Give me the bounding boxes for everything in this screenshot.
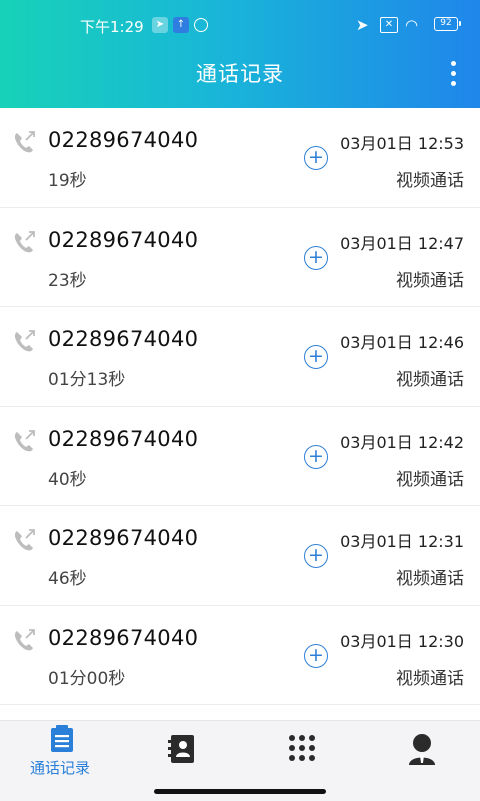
add-contact-button[interactable]: + (304, 643, 328, 668)
video-call-icon (14, 628, 35, 650)
add-contact-button[interactable]: + (304, 345, 328, 369)
video-call-icon (14, 529, 35, 551)
call-log-icon (51, 725, 73, 752)
call-type: 视频通话 (396, 668, 464, 689)
wifi-icon: ◠ (405, 16, 419, 34)
phone-number: 02289674040 (48, 327, 199, 351)
add-contact-button[interactable]: + (304, 544, 328, 568)
call-log-list: 02289674040 19秒 + 03月01日 12:53 视频通话 0228… (0, 108, 480, 720)
tab-profile[interactable] (360, 721, 480, 801)
call-duration: 19秒 (48, 171, 87, 191)
tab-call-log-label: 通话记录 (29, 759, 90, 777)
status-time: 下午1:29 (80, 18, 144, 36)
call-duration: 01分00秒 (48, 668, 126, 689)
call-duration: 46秒 (48, 569, 87, 589)
call-duration: 40秒 (48, 469, 87, 490)
call-row[interactable]: 02289674040 23秒 + 03月01日 12:47 视频通话 (0, 208, 480, 307)
sync-notification-icon (194, 18, 208, 32)
call-duration: 23秒 (48, 270, 87, 291)
phone-number: 02289674040 (48, 625, 199, 650)
profile-icon (409, 734, 435, 765)
home-indicator[interactable] (154, 789, 326, 794)
call-time: 03月01日 12:42 (340, 432, 464, 452)
call-row[interactable]: 02289674040 46秒 + 03月01日 12:31 视频通话 (0, 506, 480, 606)
navigation-notification-icon: ➤ (152, 17, 168, 33)
call-type: 视频通话 (396, 171, 464, 191)
call-type: 视频通话 (396, 469, 464, 490)
call-time: 03月01日 12:53 (340, 134, 464, 153)
call-type: 视频通话 (396, 270, 464, 291)
phone-number: 02289674040 (48, 426, 199, 451)
video-call-icon (14, 230, 35, 252)
video-call-icon (14, 131, 35, 153)
call-type: 视频通话 (396, 370, 464, 390)
call-row[interactable]: 02289674040 19秒 + 03月01日 12:53 视频通话 (0, 108, 480, 208)
video-call-icon (14, 330, 35, 352)
upload-notification-icon: ↑ (173, 17, 189, 33)
page-title: 通话记录 (196, 62, 284, 86)
phone-number: 02289674040 (48, 227, 199, 252)
call-duration: 01分13秒 (48, 370, 126, 390)
location-icon: ➤ (356, 16, 369, 34)
call-time: 03月01日 12:47 (340, 233, 464, 253)
add-contact-button[interactable]: + (304, 444, 328, 469)
add-contact-button[interactable]: + (304, 245, 328, 270)
phone-number: 02289674040 (48, 128, 199, 152)
phone-number: 02289674040 (48, 526, 199, 550)
dialpad-icon (289, 735, 315, 761)
call-time: 03月01日 12:30 (340, 631, 464, 651)
tab-call-log[interactable]: 通话记录 (0, 721, 120, 801)
call-time: 03月01日 12:31 (340, 532, 464, 551)
video-call-icon (14, 429, 35, 451)
app-header: 下午1:29 ➤ ↑ ➤ ✕ ◠ 92 通话记录 (0, 0, 480, 108)
status-bar: 下午1:29 ➤ ↑ ➤ ✕ ◠ 92 (0, 0, 480, 52)
call-row[interactable]: 02289674040 01分00秒 + 03月01日 12:30 视频通话 (0, 606, 480, 705)
call-row[interactable]: 02289674040 40秒 + 03月01日 12:42 视频通话 (0, 407, 480, 506)
call-time: 03月01日 12:46 (340, 333, 464, 352)
contacts-icon (168, 735, 194, 763)
more-menu-icon[interactable] (438, 58, 468, 92)
battery-icon: 92 (434, 17, 461, 31)
add-contact-button[interactable]: + (304, 146, 328, 170)
call-row[interactable]: 02289674040 01分13秒 + 03月01日 12:46 视频通话 (0, 307, 480, 407)
no-sim-icon: ✕ (380, 17, 398, 33)
call-type: 视频通话 (396, 569, 464, 589)
